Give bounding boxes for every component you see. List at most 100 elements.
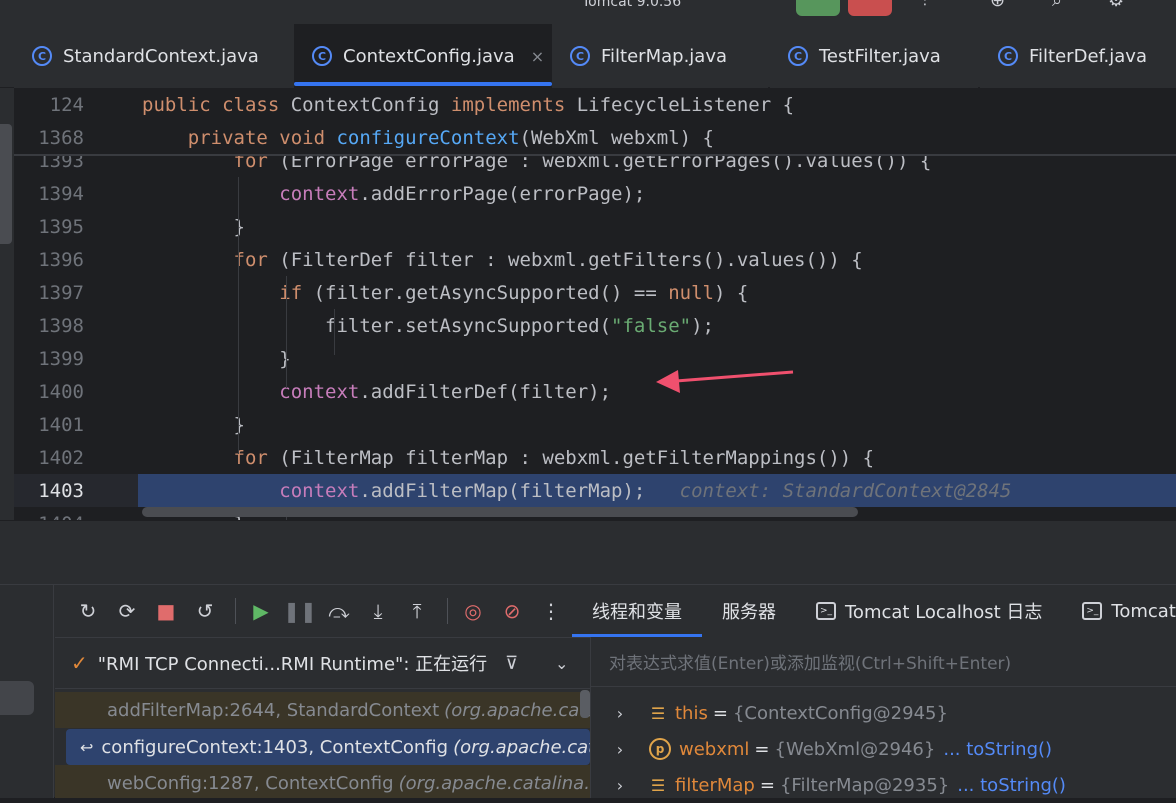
code-line-1399[interactable]: 1399 } — [14, 342, 1176, 375]
code-token: filter.setAsyncSupported( — [325, 314, 612, 337]
vertical-scrollbar[interactable] — [0, 124, 12, 244]
step-into-icon[interactable]: ⤓ — [361, 594, 395, 628]
line-number[interactable]: 1368 — [14, 127, 84, 149]
equals-sign: = — [754, 738, 770, 760]
more-options-icon[interactable]: ⋮ — [534, 594, 568, 628]
tab-server[interactable]: 服务器 — [702, 585, 796, 637]
tostring-link[interactable]: ... toString() — [943, 739, 1052, 760]
code-token: if — [279, 281, 314, 304]
thread-selector[interactable]: ✓ "RMI TCP Connecti...RMI Runtime": 正在运行… — [55, 637, 590, 689]
code-token: LifecycleListener { — [576, 93, 795, 116]
terminal-icon: >_ — [816, 602, 836, 620]
stack-frame[interactable]: addFilterMap:2644, StandardContext (org.a… — [55, 692, 590, 728]
rerun-icon[interactable]: ↻ — [71, 594, 105, 628]
tab-filterdef[interactable]: C FilterDef.java — [980, 24, 1176, 88]
view-breakpoints-icon[interactable]: ◎ — [456, 594, 490, 628]
selected-tool-indicator[interactable] — [0, 681, 34, 715]
code-line-1395[interactable]: 1395 } — [14, 210, 1176, 243]
editor-bottom-gap — [0, 520, 1176, 584]
tab-label: StandardContext.java — [63, 45, 259, 67]
run-config-label[interactable]: Tomcat 9.0.56 — [582, 0, 681, 10]
code-line-1394[interactable]: 1394 context.addErrorPage(errorPage); — [14, 177, 1176, 210]
chevron-right-icon[interactable]: › — [591, 776, 649, 795]
stop-button[interactable] — [848, 0, 892, 16]
equals-sign: = — [759, 774, 775, 796]
debug-toolbar: ↻ ⟳ ■ ↺ ▶ ❚❚ ⤼ ⤓ ⤒ ◎ ⊘ ⋮ — [55, 585, 575, 637]
code-token: for — [233, 248, 280, 271]
tab-threads-variables[interactable]: 线程和变量 — [572, 585, 702, 637]
line-number[interactable]: 1399 — [14, 348, 84, 370]
horizontal-scrollbar[interactable] — [142, 507, 858, 517]
tab-testfilter[interactable]: C TestFilter.java — [770, 24, 978, 88]
code-line-124[interactable]: 124 public class ContextConfig implements… — [14, 88, 1176, 121]
line-number[interactable]: 1398 — [14, 315, 84, 337]
code-token: implements — [450, 93, 577, 116]
settings-gear-icon[interactable]: ⚙ — [1108, 0, 1124, 11]
variables-pane: 对表达式求值(Enter)或添加监视(Ctrl+Shift+Enter) › ☰… — [590, 637, 1176, 798]
line-number[interactable]: 1395 — [14, 216, 84, 238]
line-number[interactable]: 1394 — [14, 183, 84, 205]
variable-row-filtermap[interactable]: › ☰ filterMap = {FilterMap@2935} ... toStri… — [591, 767, 1176, 803]
variable-row-webxml[interactable]: › p webxml = {WebXml@2946} ... toString() — [591, 731, 1176, 767]
code-line-1403[interactable]: 1403 context.addFilterMap(filterMap); co… — [14, 474, 1176, 507]
tab-tomcat-localhost-log[interactable]: >_ Tomcat Localhost 日志 — [796, 585, 1062, 637]
code-line-1397[interactable]: 1397 if (filter.getAsyncSupported() == n… — [14, 276, 1176, 309]
add-user-icon[interactable]: ⊕ — [990, 0, 1005, 11]
close-icon[interactable]: × — [531, 47, 544, 66]
chevron-down-icon[interactable]: ⌄ — [555, 654, 568, 673]
tab-label: ContextConfig.java — [343, 45, 515, 67]
debug-run-button[interactable] — [796, 0, 840, 16]
code-token: } — [279, 347, 291, 370]
code-editor[interactable]: 124 public class ContextConfig implements… — [14, 88, 1176, 520]
frames-scrollbar[interactable] — [580, 690, 590, 718]
code-line-1400[interactable]: 1400 context.addFilterDef(filter); — [14, 375, 1176, 408]
tab-label: 线程和变量 — [592, 602, 682, 623]
code-line-1402[interactable]: 1402 for (FilterMap filterMap : webxml.g… — [14, 441, 1176, 474]
restart-debug-icon[interactable]: ⟳ — [110, 594, 144, 628]
variable-row-this[interactable]: › ☰ this = {ContextConfig@2945} — [591, 695, 1176, 731]
line-number[interactable]: 1401 — [14, 414, 84, 436]
resume-icon[interactable]: ▶ — [244, 594, 278, 628]
step-out-icon[interactable]: ⤒ — [400, 594, 434, 628]
code-text: for (FilterDef filter : webxml.getFilter… — [142, 249, 863, 271]
stop-icon[interactable]: ■ — [149, 594, 183, 628]
tab-contextconfig[interactable]: C ContextConfig.java × — [294, 24, 552, 88]
toolbar-separator — [235, 598, 236, 624]
search-icon[interactable]: ⌕ — [1052, 0, 1062, 11]
code-token: ); — [691, 314, 714, 337]
pause-icon[interactable]: ❚❚ — [283, 594, 317, 628]
line-number[interactable]: 1403 — [14, 480, 84, 502]
tab-filtermap[interactable]: C FilterMap.java — [552, 24, 768, 88]
evaluate-expression-input[interactable]: 对表达式求值(Enter)或添加监视(Ctrl+Shift+Enter) — [591, 637, 1176, 687]
tab-tomcat[interactable]: >_ Tomcat — [1062, 585, 1176, 637]
code-line-1368[interactable]: 1368 private void configureContext(WebXm… — [14, 121, 1176, 154]
code-token: } — [233, 215, 245, 238]
line-number[interactable]: 1396 — [14, 249, 84, 271]
code-line-1396[interactable]: 1396 for (FilterDef filter : webxml.getF… — [14, 243, 1176, 276]
line-number[interactable]: 1402 — [14, 447, 84, 469]
code-token: .addFilterMap(filterMap); — [359, 479, 646, 502]
chevron-right-icon[interactable]: › — [591, 704, 649, 723]
tab-standardcontext[interactable]: C StandardContext.java — [14, 24, 294, 88]
line-number[interactable]: 1400 — [14, 381, 84, 403]
line-number[interactable]: 124 — [14, 94, 84, 116]
more-icon[interactable]: ⋮ — [918, 0, 932, 8]
code-line-1401[interactable]: 1401 } — [14, 408, 1176, 441]
step-over-icon[interactable]: ⤼ — [322, 594, 356, 628]
code-token: public class — [142, 93, 291, 116]
mute-breakpoints-icon[interactable]: ⊘ — [495, 594, 529, 628]
code-line-1398[interactable]: 1398 filter.setAsyncSupported("false"); — [14, 309, 1176, 342]
line-number[interactable]: 1404 — [14, 513, 84, 521]
tostring-link[interactable]: ... toString() — [957, 775, 1066, 796]
stack-frame-selected[interactable]: ↩ configureContext:1403, ContextConfig (o… — [66, 729, 590, 765]
frame-method: webConfig:1287, ContextConfig — [107, 772, 394, 794]
reload-icon[interactable]: ↺ — [188, 594, 222, 628]
filter-icon[interactable]: ⊽ — [505, 653, 518, 674]
chevron-right-icon[interactable]: › — [591, 740, 649, 759]
stack-frame[interactable]: webConfig:1287, ContextConfig (org.apache… — [55, 765, 590, 798]
line-number[interactable]: 1397 — [14, 282, 84, 304]
class-icon: C — [788, 46, 808, 66]
